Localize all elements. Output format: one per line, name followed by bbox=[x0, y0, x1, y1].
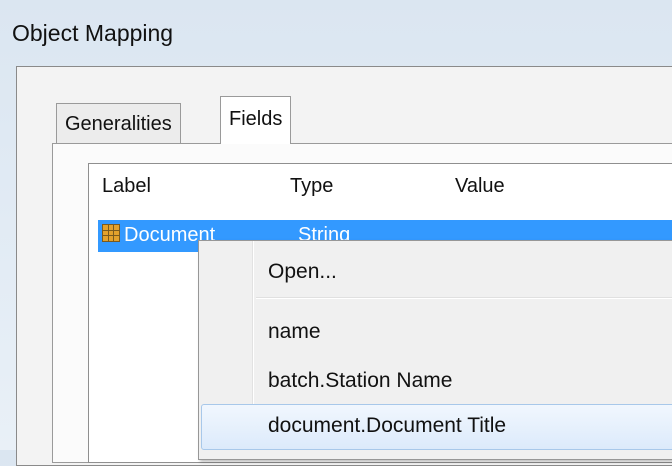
menu-item-open[interactable]: Open... bbox=[268, 260, 337, 284]
tab-fields[interactable]: Fields bbox=[220, 96, 292, 144]
column-header-type[interactable]: Type bbox=[290, 175, 333, 198]
column-header-value[interactable]: Value bbox=[455, 175, 505, 198]
table-icon bbox=[102, 224, 120, 242]
column-header-label[interactable]: Label bbox=[102, 175, 151, 198]
menu-item-document-title[interactable]: document.Document Title bbox=[268, 414, 506, 438]
window-title: Object Mapping bbox=[12, 20, 174, 46]
menu-item-name[interactable]: name bbox=[268, 320, 321, 344]
tab-generalities[interactable]: Generalities bbox=[56, 103, 181, 143]
menu-item-batch-station-name[interactable]: batch.Station Name bbox=[268, 369, 452, 393]
menu-separator bbox=[256, 297, 672, 299]
